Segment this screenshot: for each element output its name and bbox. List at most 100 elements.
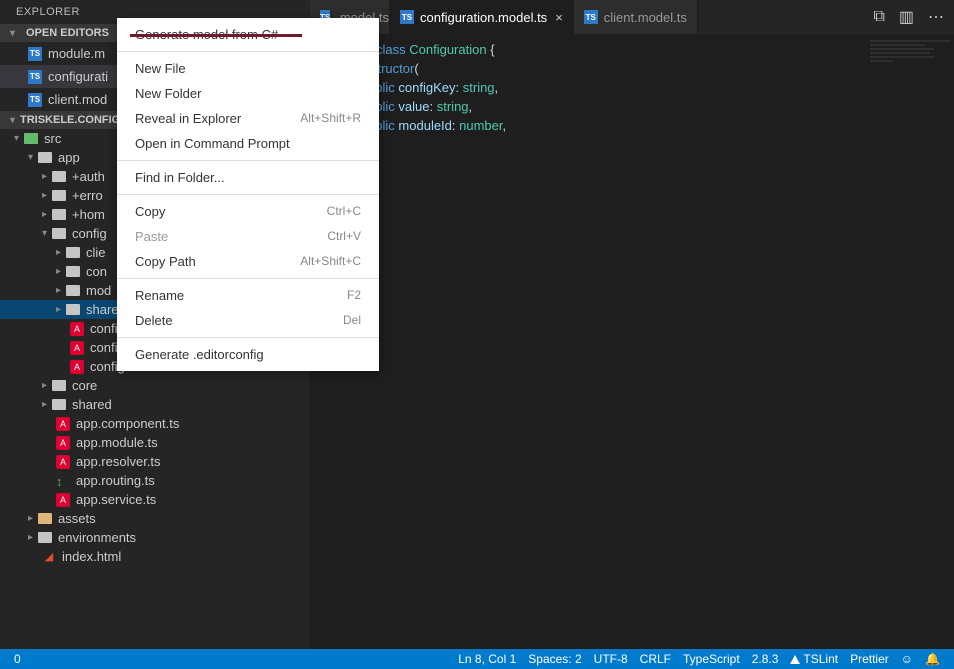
status-spaces[interactable]: Spaces: 2 xyxy=(522,652,587,666)
chevron-right-icon: ▸ xyxy=(28,513,38,524)
folder-icon xyxy=(66,266,80,277)
chevron-down-icon: ▾ xyxy=(14,133,24,144)
tree-folder[interactable]: ▸core xyxy=(0,376,310,395)
typescript-icon: TS xyxy=(28,47,42,61)
chevron-right-icon: ▸ xyxy=(42,171,52,182)
menu-shortcut: Del xyxy=(343,313,361,328)
tree-file[interactable]: ↕ app.routing.ts xyxy=(0,471,310,490)
open-editors-label: OPEN EDITORS xyxy=(26,27,109,39)
code-punc: : xyxy=(456,80,463,95)
tree-file[interactable]: Aapp.component.ts xyxy=(0,414,310,433)
menu-label: New File xyxy=(135,61,186,76)
code-id: value xyxy=(398,99,429,114)
tree-label: app.module.ts xyxy=(76,435,158,450)
project-header-label: TRISKELE.CONFIG. xyxy=(20,114,123,126)
code-type: string xyxy=(437,99,469,114)
menu-separator xyxy=(117,51,379,52)
minimap[interactable] xyxy=(870,38,950,98)
tree-label: app.routing.ts xyxy=(76,473,155,488)
editor-item-label: configurati xyxy=(48,69,108,84)
status-bar: 0 Ln 8, Col 1 Spaces: 2 UTF-8 CRLF TypeS… xyxy=(0,649,954,669)
status-eol[interactable]: CRLF xyxy=(634,652,677,666)
code-kw: class xyxy=(376,42,409,57)
layout-icon[interactable]: ▥ xyxy=(899,7,914,27)
code-id: configKey xyxy=(398,80,455,95)
tree-label: assets xyxy=(58,511,96,526)
menu-shortcut: F2 xyxy=(347,288,361,303)
menu-cmd-prompt[interactable]: Open in Command Prompt xyxy=(117,131,379,156)
menu-rename[interactable]: RenameF2 xyxy=(117,283,379,308)
menu-new-folder[interactable]: New Folder xyxy=(117,81,379,106)
folder-icon xyxy=(52,380,66,391)
tree-file[interactable]: Aapp.service.ts xyxy=(0,490,310,509)
split-editor-icon[interactable]: ⧉ xyxy=(873,8,884,26)
typescript-icon: TS xyxy=(584,10,598,24)
code-punc: , xyxy=(495,80,499,95)
tree-label: config xyxy=(72,226,107,241)
typescript-icon: TS xyxy=(28,70,42,84)
status-bell-icon[interactable]: 🔔 xyxy=(919,652,946,666)
status-tslint-label: TSLint xyxy=(803,652,838,666)
folder-icon xyxy=(52,209,66,220)
angular-icon: A xyxy=(56,436,70,450)
folder-icon xyxy=(38,513,52,524)
folder-icon xyxy=(52,171,66,182)
chevron-right-icon: ▸ xyxy=(42,399,52,410)
code-id: moduleId xyxy=(398,118,451,133)
tree-file[interactable]: Aapp.resolver.ts xyxy=(0,452,310,471)
menu-label: Copy xyxy=(135,204,165,219)
chevron-down-icon: ▾ xyxy=(10,115,20,126)
routing-icon: ↕ xyxy=(56,474,70,488)
tab-configuration[interactable]: TS configuration.model.ts × xyxy=(390,0,574,34)
chevron-right-icon: ▸ xyxy=(42,380,52,391)
code-type: number xyxy=(459,118,502,133)
more-icon[interactable]: ⋯ xyxy=(928,7,944,27)
angular-icon: A xyxy=(56,455,70,469)
angular-icon: A xyxy=(70,322,84,336)
tab-label: configuration.model.ts xyxy=(420,10,547,25)
editor-item-label: client.mod xyxy=(48,92,107,107)
menu-editorconfig[interactable]: Generate .editorconfig xyxy=(117,342,379,367)
status-feedback-icon[interactable]: ☺ xyxy=(895,652,919,666)
status-encoding[interactable]: UTF-8 xyxy=(588,652,634,666)
tree-label: app xyxy=(58,150,80,165)
highlight-underline xyxy=(130,34,302,37)
tree-label: app.resolver.ts xyxy=(76,454,161,469)
chevron-down-icon: ▾ xyxy=(10,28,20,39)
menu-separator xyxy=(117,278,379,279)
status-errors[interactable]: 0 xyxy=(8,652,27,666)
editor-area: TS.model.ts TSconfiguration.model.ts× TS… xyxy=(310,0,954,649)
code-editor[interactable]: port class Configuration { constructor( … xyxy=(310,34,954,160)
status-language[interactable]: TypeScript xyxy=(677,652,746,666)
tree-file[interactable]: ◢index.html xyxy=(0,547,310,566)
tree-folder[interactable]: ▸environments xyxy=(0,528,310,547)
tree-label: app.service.ts xyxy=(76,492,156,507)
status-prettier[interactable]: Prettier xyxy=(844,652,895,666)
menu-separator xyxy=(117,194,379,195)
menu-label: New Folder xyxy=(135,86,201,101)
menu-label: Copy Path xyxy=(135,254,196,269)
status-tslint[interactable]: TSLint xyxy=(784,652,844,666)
tree-file[interactable]: Aapp.module.ts xyxy=(0,433,310,452)
status-position[interactable]: Ln 8, Col 1 xyxy=(452,652,522,666)
tree-label: index.html xyxy=(62,549,121,564)
tree-label: src xyxy=(44,131,61,146)
angular-icon: A xyxy=(70,341,84,355)
menu-reveal[interactable]: Reveal in ExplorerAlt+Shift+R xyxy=(117,106,379,131)
chevron-right-icon: ▸ xyxy=(42,209,52,220)
tree-folder-assets[interactable]: ▸ assets xyxy=(0,509,310,528)
code-type: string xyxy=(463,80,495,95)
typescript-icon: TS xyxy=(400,10,414,24)
status-version[interactable]: 2.8.3 xyxy=(746,652,785,666)
menu-find-folder[interactable]: Find in Folder... xyxy=(117,165,379,190)
menu-delete[interactable]: DeleteDel xyxy=(117,308,379,333)
menu-copy[interactable]: CopyCtrl+C xyxy=(117,199,379,224)
menu-copy-path[interactable]: Copy PathAlt+Shift+C xyxy=(117,249,379,274)
folder-icon xyxy=(66,285,80,296)
tab-client[interactable]: TSclient.model.ts xyxy=(574,0,698,34)
menu-new-file[interactable]: New File xyxy=(117,56,379,81)
tree-folder[interactable]: ▸shared xyxy=(0,395,310,414)
chevron-right-icon: ▸ xyxy=(28,532,38,543)
code-cls: Configuration xyxy=(409,42,490,57)
close-icon[interactable]: × xyxy=(555,10,563,25)
